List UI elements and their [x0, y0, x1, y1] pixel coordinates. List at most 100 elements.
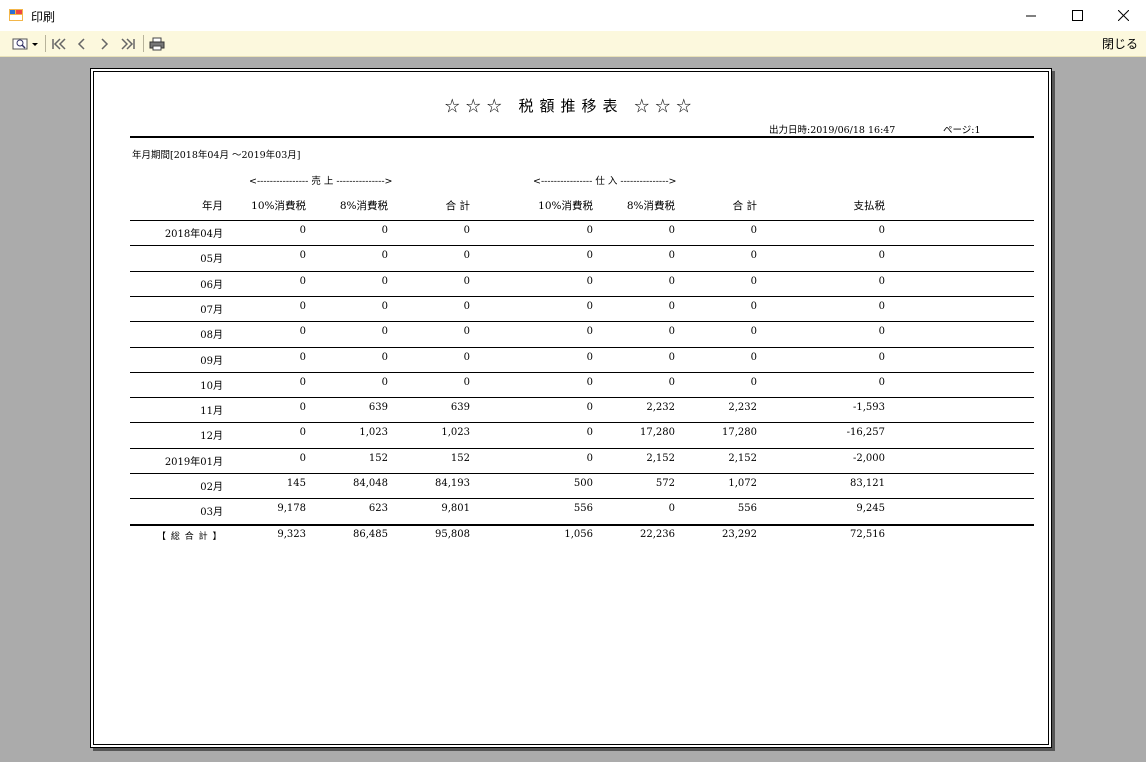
- table-cell: 0: [381, 275, 388, 287]
- first-page-icon: [52, 37, 66, 50]
- table-cell: 639: [450, 402, 470, 414]
- output-datetime: 出力日時:2019/06/18 16:47: [769, 125, 896, 136]
- row-divider: [130, 523, 1034, 526]
- table-cell: 0: [586, 376, 593, 388]
- table-cell: 0: [381, 250, 388, 262]
- table-cell: 0: [750, 225, 757, 236]
- table-cell: 572: [655, 478, 675, 489]
- table-cell: 0: [586, 275, 593, 287]
- preview-toolbar: 閉じる: [0, 31, 1146, 57]
- table-cell: 0: [750, 275, 757, 287]
- close-preview-button[interactable]: 閉じる: [1102, 35, 1138, 52]
- zoom-icon: [12, 38, 38, 49]
- header-col-sales-8pct: 8%消費税: [339, 200, 388, 212]
- first-page-button[interactable]: [50, 35, 68, 52]
- table-cell: 152: [368, 452, 388, 464]
- grand-total-cell: 1,056: [564, 528, 593, 540]
- row-divider: [130, 422, 1034, 424]
- table-cell: 0: [668, 351, 675, 363]
- table-cell: 0: [586, 225, 593, 236]
- table-cell: 83,121: [850, 478, 885, 489]
- table-cell: 2,152: [728, 452, 757, 464]
- table-cell: 2,232: [728, 402, 757, 414]
- table-cell: 0: [381, 351, 388, 363]
- window-titlebar: 印刷: [0, 0, 1146, 32]
- print-icon: [149, 37, 165, 50]
- table-cell: 0: [299, 275, 306, 287]
- report-title: ☆☆☆ 税額推移表 ☆☆☆: [444, 97, 698, 115]
- table-cell: 9,801: [441, 503, 470, 515]
- table-cell: 0: [299, 452, 306, 464]
- table-cell: 1,072: [728, 478, 757, 489]
- prev-page-icon: [77, 37, 85, 50]
- table-cell: 0: [750, 326, 757, 338]
- grand-total-cell: 95,808: [435, 528, 470, 540]
- purchase-group-label: <---------------- 仕 入 --------------->: [533, 176, 677, 187]
- table-cell: -1,593: [852, 402, 885, 414]
- row-label-year-month: 10月: [200, 380, 223, 392]
- table-cell: 0: [878, 300, 885, 312]
- row-label-year-month: 12月: [200, 431, 223, 443]
- header-col-sales-10pct: 10%消費税: [251, 200, 306, 212]
- last-page-button[interactable]: [118, 35, 138, 52]
- table-cell: 0: [299, 376, 306, 388]
- last-page-icon: [121, 37, 135, 50]
- header-col-purchase-total: 合 計: [732, 200, 757, 212]
- row-divider: [130, 447, 1034, 449]
- next-page-button[interactable]: [96, 35, 112, 52]
- header-col-tax-payable: 支払税: [853, 200, 886, 212]
- table-cell: 0: [750, 300, 757, 312]
- table-cell: 0: [381, 225, 388, 236]
- table-cell: 0: [586, 326, 593, 338]
- row-label-year-month: 06月: [200, 279, 223, 291]
- table-cell: 0: [463, 225, 470, 236]
- table-cell: 0: [750, 376, 757, 388]
- table-cell: 0: [878, 351, 885, 363]
- page-number: ページ:1: [943, 125, 981, 136]
- row-label-year-month: 2019年01月: [164, 456, 223, 468]
- table-cell: 0: [668, 275, 675, 287]
- table-cell: 0: [381, 376, 388, 388]
- table-cell: 0: [463, 300, 470, 312]
- zoom-button[interactable]: [11, 35, 41, 52]
- table-cell: 2,232: [646, 402, 675, 414]
- row-divider: [130, 270, 1034, 272]
- table-cell: 17,280: [640, 427, 675, 439]
- table-cell: -2,000: [852, 452, 885, 464]
- maximize-button[interactable]: [1054, 0, 1100, 31]
- table-cell: 9,245: [856, 503, 885, 515]
- row-label-year-month: 08月: [200, 330, 223, 342]
- table-cell: 0: [586, 402, 593, 414]
- minimize-icon: [1026, 15, 1036, 16]
- toolbar-separator: [45, 35, 46, 52]
- table-cell: 500: [573, 478, 593, 489]
- table-cell: 0: [586, 427, 593, 439]
- header-col-sales-total: 合 計: [445, 200, 470, 212]
- row-label-year-month: 09月: [200, 355, 223, 367]
- row-label-year-month: 03月: [200, 507, 223, 519]
- table-cell: 556: [573, 503, 593, 515]
- table-cell: 0: [878, 225, 885, 236]
- header-col-purchase-10pct: 10%消費税: [538, 200, 593, 212]
- table-cell: 1,023: [441, 427, 470, 439]
- row-divider: [130, 397, 1034, 399]
- table-cell: 0: [668, 225, 675, 236]
- table-cell: 0: [299, 427, 306, 439]
- table-cell: 0: [586, 351, 593, 363]
- table-cell: 84,048: [353, 478, 388, 489]
- row-divider: [130, 498, 1034, 500]
- close-window-button[interactable]: [1100, 0, 1146, 31]
- print-button[interactable]: [148, 35, 166, 52]
- period-label: 年月期間[2018年04月 ～2019年03月]: [132, 150, 301, 161]
- row-divider: [130, 473, 1034, 474]
- table-cell: 0: [878, 250, 885, 262]
- prev-page-button[interactable]: [74, 35, 90, 52]
- table-cell: 0: [463, 376, 470, 388]
- close-icon: [1117, 10, 1129, 21]
- table-cell: 0: [299, 326, 306, 338]
- table-cell: 152: [450, 452, 470, 464]
- header-col-purchase-8pct: 8%消費税: [626, 200, 675, 212]
- table-cell: 0: [586, 300, 593, 312]
- minimize-button[interactable]: [1008, 0, 1054, 31]
- table-cell: 2,152: [646, 452, 675, 464]
